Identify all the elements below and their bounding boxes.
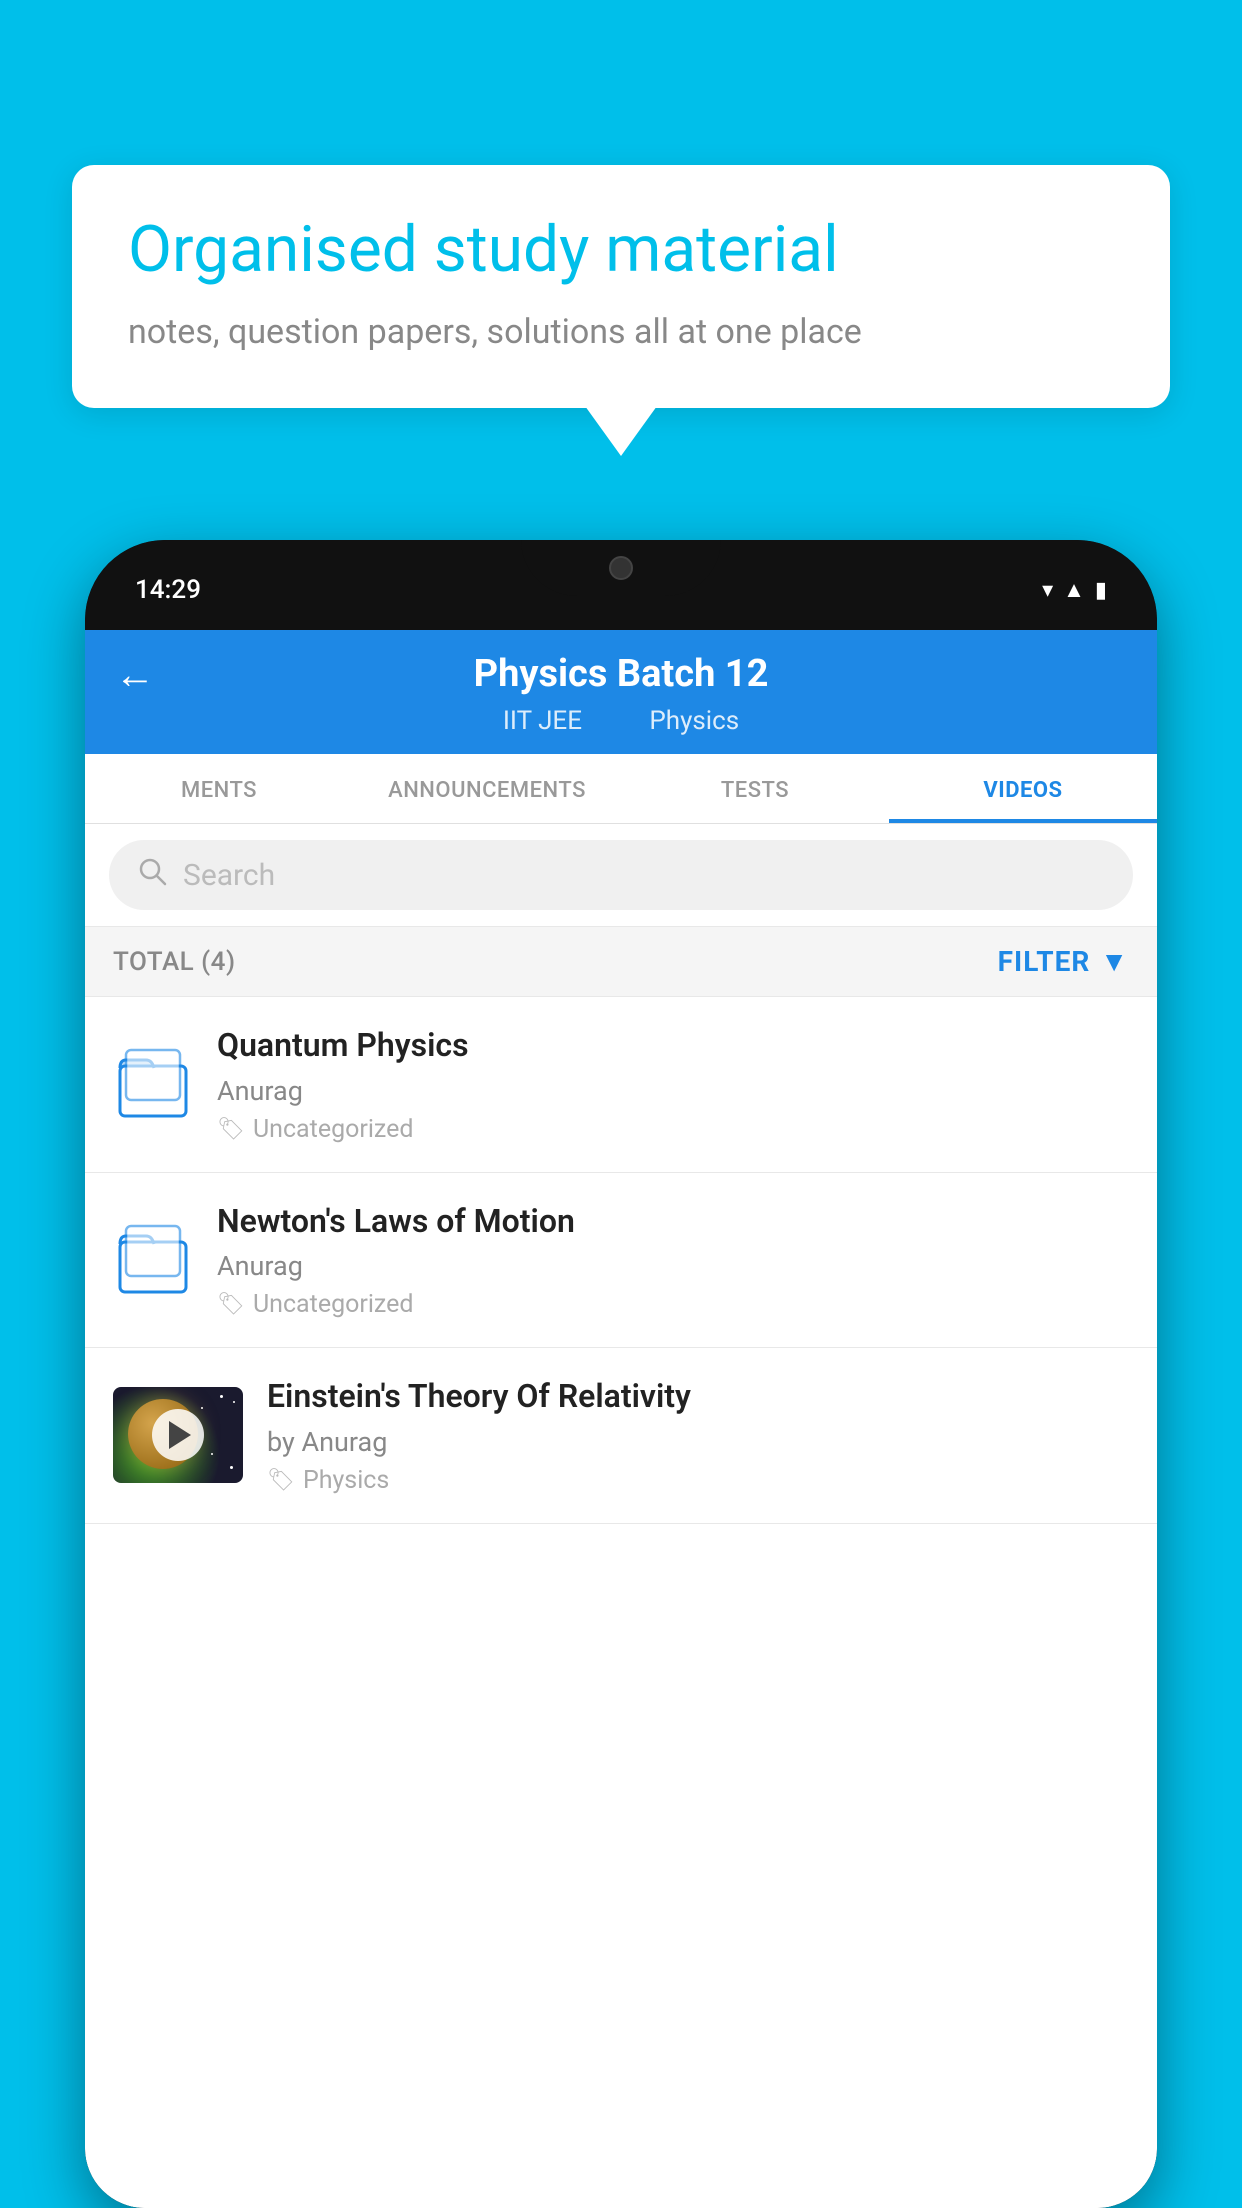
video-author: by Anurag (267, 1426, 1129, 1458)
filter-label: FILTER (998, 945, 1091, 978)
wifi-icon: ▾ (1042, 578, 1053, 603)
video-info: Einstein's Theory Of Relativity by Anura… (267, 1376, 1129, 1495)
status-bar: 14:29 ▾ ▲ ▮ (85, 540, 1157, 630)
header-top: ← Physics Batch 12 (115, 652, 1127, 696)
tag-label: Uncategorized (253, 1290, 414, 1319)
tab-ments[interactable]: MENTS (85, 754, 353, 823)
speech-bubble: Organised study material notes, question… (72, 165, 1170, 408)
tag-label: Uncategorized (253, 1115, 414, 1144)
subtitle-part1: IIT JEE (503, 706, 582, 736)
list-item[interactable]: Quantum Physics Anurag 🏷 Uncategorized (85, 997, 1157, 1173)
search-bar[interactable]: Search (109, 840, 1133, 910)
subtitle-part2: Physics (649, 706, 739, 736)
play-icon (169, 1421, 191, 1449)
phone-frame: 14:29 ▾ ▲ ▮ ← Physics Batch 12 IIT JEE P… (85, 540, 1157, 2208)
list-item[interactable]: Einstein's Theory Of Relativity by Anura… (85, 1348, 1157, 1524)
video-tag: 🏷 Physics (267, 1466, 1129, 1495)
notch (521, 540, 721, 596)
video-title: Newton's Laws of Motion (217, 1201, 1129, 1243)
status-icons: ▾ ▲ ▮ (1042, 577, 1107, 603)
header-subtitle: IIT JEE Physics (491, 706, 751, 736)
video-thumbnail (113, 1387, 243, 1483)
tag-label: Physics (303, 1466, 389, 1495)
folder-icon (113, 1220, 193, 1300)
tag-icon: 🏷 (217, 1117, 245, 1142)
tab-announcements[interactable]: ANNOUNCEMENTS (353, 754, 621, 823)
signal-icon: ▲ (1063, 577, 1085, 603)
app-header: ← Physics Batch 12 IIT JEE Physics (85, 630, 1157, 754)
search-icon (137, 856, 167, 894)
total-count: TOTAL (4) (113, 947, 236, 977)
video-list: Quantum Physics Anurag 🏷 Uncategorized (85, 997, 1157, 2208)
video-author: Anurag (217, 1250, 1129, 1282)
video-title: Quantum Physics (217, 1025, 1129, 1067)
video-title: Einstein's Theory Of Relativity (267, 1376, 1129, 1418)
status-time: 14:29 (135, 575, 201, 605)
list-item[interactable]: Newton's Laws of Motion Anurag 🏷 Uncateg… (85, 1173, 1157, 1349)
filter-button[interactable]: FILTER ▼ (998, 945, 1129, 978)
video-info: Quantum Physics Anurag 🏷 Uncategorized (217, 1025, 1129, 1144)
camera (609, 556, 633, 580)
tag-icon: 🏷 (217, 1292, 245, 1317)
video-tag: 🏷 Uncategorized (217, 1115, 1129, 1144)
video-info: Newton's Laws of Motion Anurag 🏷 Uncateg… (217, 1201, 1129, 1320)
search-placeholder: Search (183, 858, 275, 893)
tag-icon: 🏷 (267, 1468, 295, 1493)
search-bar-container: Search (85, 824, 1157, 927)
subtitle-separator (612, 706, 625, 736)
phone-screen: ← Physics Batch 12 IIT JEE Physics MENTS… (85, 630, 1157, 2208)
bubble-subtitle: notes, question papers, solutions all at… (128, 309, 1114, 357)
tab-videos[interactable]: VIDEOS (889, 754, 1157, 823)
back-button[interactable]: ← (115, 651, 155, 698)
tab-tests[interactable]: TESTS (621, 754, 889, 823)
tab-bar: MENTS ANNOUNCEMENTS TESTS VIDEOS (85, 754, 1157, 824)
video-tag: 🏷 Uncategorized (217, 1290, 1129, 1319)
page-title: Physics Batch 12 (474, 652, 769, 696)
folder-icon (113, 1044, 193, 1124)
bubble-title: Organised study material (128, 213, 1114, 287)
video-author: Anurag (217, 1075, 1129, 1107)
battery-icon: ▮ (1095, 578, 1107, 603)
filter-row: TOTAL (4) FILTER ▼ (85, 927, 1157, 997)
filter-icon: ▼ (1100, 945, 1129, 978)
